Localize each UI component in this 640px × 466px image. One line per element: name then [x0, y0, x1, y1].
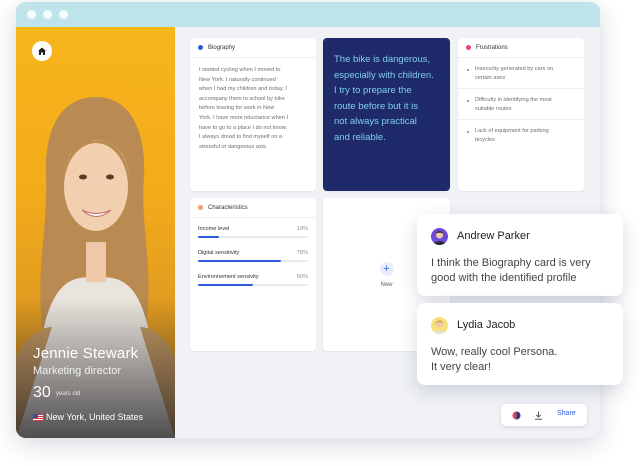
comment-line: good with the identified profile — [431, 272, 577, 284]
quote-line: I try to prepare the — [334, 85, 412, 96]
frustration-line: Insecurity generated by cars on — [475, 66, 554, 72]
characteristic-value: 75% — [296, 250, 308, 256]
home-icon — [38, 47, 46, 55]
bullet-icon — [467, 68, 469, 71]
comment-card[interactable]: Andrew Parker I think the Biography card… — [417, 214, 623, 296]
frustration-item: Insecurity generated by cars on certain a… — [458, 58, 584, 89]
biography-line: accompany them to school by bike — [199, 95, 285, 102]
frustration-item: Difficulty in identifying the most suitab… — [458, 89, 584, 120]
characteristics-card[interactable]: Characteristics Income level 19% Digital … — [190, 198, 316, 351]
biography-title: Biography — [208, 44, 236, 51]
characteristic-label: Digital sensitivity — [198, 250, 240, 256]
window-dot-close[interactable] — [27, 10, 36, 19]
quote-card[interactable]: The bike is dangerous, especially with c… — [323, 38, 450, 191]
characteristic-bar-fill — [198, 236, 219, 238]
bullet-icon — [467, 99, 469, 102]
new-card-label: New — [380, 281, 393, 288]
biography-line: before leaving for work in New — [199, 105, 275, 112]
characteristic-bar — [198, 284, 308, 286]
frustration-line: bicycles — [475, 137, 495, 143]
characteristic-row: Digital sensitivity 75% — [190, 250, 316, 262]
persona-age-unit: years old — [56, 391, 81, 397]
biography-dot-icon — [198, 45, 203, 50]
home-button[interactable] — [32, 41, 52, 61]
quote-line: route before but it is — [334, 100, 418, 112]
quote-line: especially with children. — [334, 69, 434, 81]
title-bar — [16, 2, 600, 27]
frustration-line: Difficulty in identifying the most — [475, 97, 552, 103]
plus-icon: + — [379, 261, 394, 276]
frustration-item: Lack of equipment for parking bicycles — [458, 120, 584, 150]
biography-card[interactable]: Biography I started cycling when I moved… — [190, 38, 316, 191]
comment-author: Lydia Jacob — [457, 319, 516, 331]
persona-location: New York, United States — [33, 412, 143, 422]
avatar — [431, 228, 448, 245]
biography-line: New York. I naturally continued — [199, 76, 276, 83]
share-toolbar: Share — [501, 404, 587, 426]
characteristic-label: Income level — [198, 226, 230, 232]
persona-age: 30 — [33, 384, 51, 401]
characteristic-bar-fill — [198, 284, 253, 286]
quote-line: The bike is dangerous, — [334, 54, 431, 65]
us-flag-icon — [33, 413, 43, 421]
comment-text: I think the Biography card is very good … — [431, 256, 591, 286]
characteristic-row: Income level 19% — [190, 226, 316, 238]
frustration-line: suitable routes — [475, 106, 512, 112]
quote-line: and reliable. — [334, 131, 386, 143]
frustrations-header: Frustrations — [458, 38, 584, 58]
quote-line: not always practical — [334, 116, 417, 127]
comment-line: I think the Biography card is very — [431, 257, 591, 269]
palette-button[interactable] — [510, 409, 522, 421]
biography-line: when I had my children and today, I — [199, 86, 287, 93]
comment-author: Andrew Parker — [457, 230, 530, 242]
frustrations-card[interactable]: Frustrations Insecurity generated by car… — [458, 38, 584, 191]
biography-line: I always dread to find myself on a — [199, 134, 283, 141]
characteristic-value: 50% — [296, 274, 308, 280]
characteristic-bar — [198, 260, 308, 262]
frustrations-title: Frustrations — [476, 44, 508, 51]
characteristic-bar-fill — [198, 260, 281, 262]
biography-line: I started cycling when I moved to — [199, 67, 281, 73]
biography-header: Biography — [190, 38, 316, 58]
bullet-icon — [467, 130, 469, 133]
profile-panel: Jennie Stewark Marketing director 30 yea… — [16, 27, 175, 438]
frustration-line: Lack of equipment for parking — [475, 128, 549, 134]
characteristics-dot-icon — [198, 205, 203, 210]
characteristic-label: Environnement sensivity — [198, 274, 259, 280]
characteristics-title: Characteristics — [208, 204, 248, 211]
download-button[interactable] — [532, 409, 544, 421]
characteristics-header: Characteristics — [190, 198, 316, 218]
frustration-line: certain axes — [475, 75, 506, 81]
comment-card[interactable]: Lydia Jacob Wow, really cool Persona. It… — [417, 303, 623, 385]
palette-icon — [512, 411, 520, 419]
share-button[interactable]: Share — [557, 410, 576, 417]
comment-line: It very clear! — [431, 361, 491, 373]
persona-location-text: New York, United States — [46, 412, 144, 422]
window-dot-maximize[interactable] — [59, 10, 68, 19]
biography-line: stressful or dangerous axis. — [199, 143, 268, 150]
characteristic-value: 19% — [296, 226, 308, 232]
persona-name: Jennie Stewark — [33, 345, 139, 362]
characteristic-row: Environnement sensivity 50% — [190, 274, 316, 286]
persona-role: Marketing director — [33, 365, 122, 377]
biography-text: I started cycling when I moved to New Yo… — [190, 58, 316, 160]
biography-line: have to go to a place I do not know. — [199, 124, 288, 131]
comment-line: Wow, really cool Persona. — [431, 346, 558, 358]
download-icon — [534, 411, 542, 420]
comment-text: Wow, really cool Persona. It very clear! — [431, 345, 557, 375]
frustrations-dot-icon — [466, 45, 471, 50]
biography-line: York. I have more reluctance when I — [199, 114, 289, 121]
window-dot-minimize[interactable] — [43, 10, 52, 19]
avatar — [431, 317, 448, 334]
characteristic-bar — [198, 236, 308, 238]
